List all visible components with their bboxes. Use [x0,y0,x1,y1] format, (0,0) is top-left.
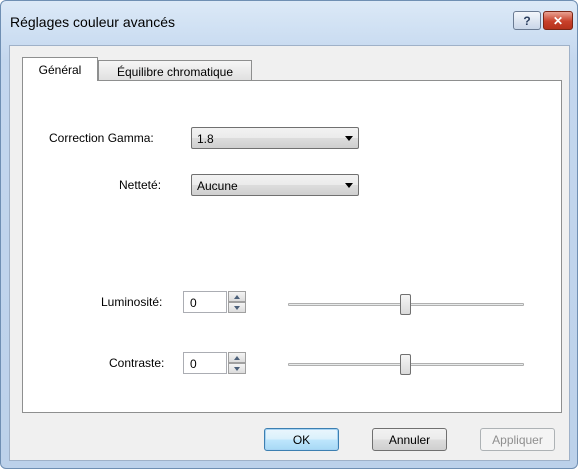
gamma-value: 1.8 [197,132,214,146]
ok-button[interactable]: OK [264,428,339,451]
arrow-down-icon [234,366,240,371]
contraste-stepper: 0 [183,352,247,374]
chevron-down-icon [345,183,353,188]
tab-general[interactable]: Général [22,57,98,81]
help-button[interactable]: ? [513,11,541,30]
contraste-increment-button[interactable] [228,352,246,363]
luminosite-stepper: 0 [183,291,247,313]
nettete-select[interactable]: Aucune [191,174,359,196]
help-icon: ? [523,13,531,28]
gamma-select[interactable]: 1.8 [191,127,359,149]
tab-equilibre-chromatique[interactable]: Équilibre chromatique [98,60,252,82]
luminosite-slider[interactable] [288,294,524,316]
chevron-down-icon [345,136,353,141]
luminosite-slider-thumb[interactable] [400,294,411,315]
luminosite-value: 0 [190,296,197,310]
contraste-decrement-button[interactable] [228,363,246,374]
nettete-label: Netteté: [119,178,162,192]
dialog-window: Réglages couleur avancés ? ✕ Général Équ… [0,0,578,469]
apply-button[interactable]: Appliquer [480,428,555,451]
luminosite-input[interactable]: 0 [183,291,227,313]
nettete-value: Aucune [197,179,238,193]
tab-panel-general: Correction Gamma: 1.8 Netteté: Aucune Lu… [22,80,562,413]
close-icon: ✕ [552,13,564,28]
arrow-down-icon [234,305,240,310]
arrow-up-icon [234,294,240,299]
close-button[interactable]: ✕ [543,11,573,30]
contraste-value: 0 [190,357,197,371]
contraste-input[interactable]: 0 [183,352,227,374]
cancel-button[interactable]: Annuler [372,428,447,451]
contraste-label: Contraste: [109,356,165,370]
contraste-slider-thumb[interactable] [400,354,411,375]
window-title: Réglages couleur avancés [10,14,175,30]
luminosite-label: Luminosité: [101,295,163,309]
luminosite-decrement-button[interactable] [228,302,246,313]
gamma-label: Correction Gamma: [49,131,154,145]
contraste-slider[interactable] [288,354,524,376]
luminosite-increment-button[interactable] [228,291,246,302]
arrow-up-icon [234,355,240,360]
dialog-client-area: Général Équilibre chromatique Correction… [9,45,570,461]
